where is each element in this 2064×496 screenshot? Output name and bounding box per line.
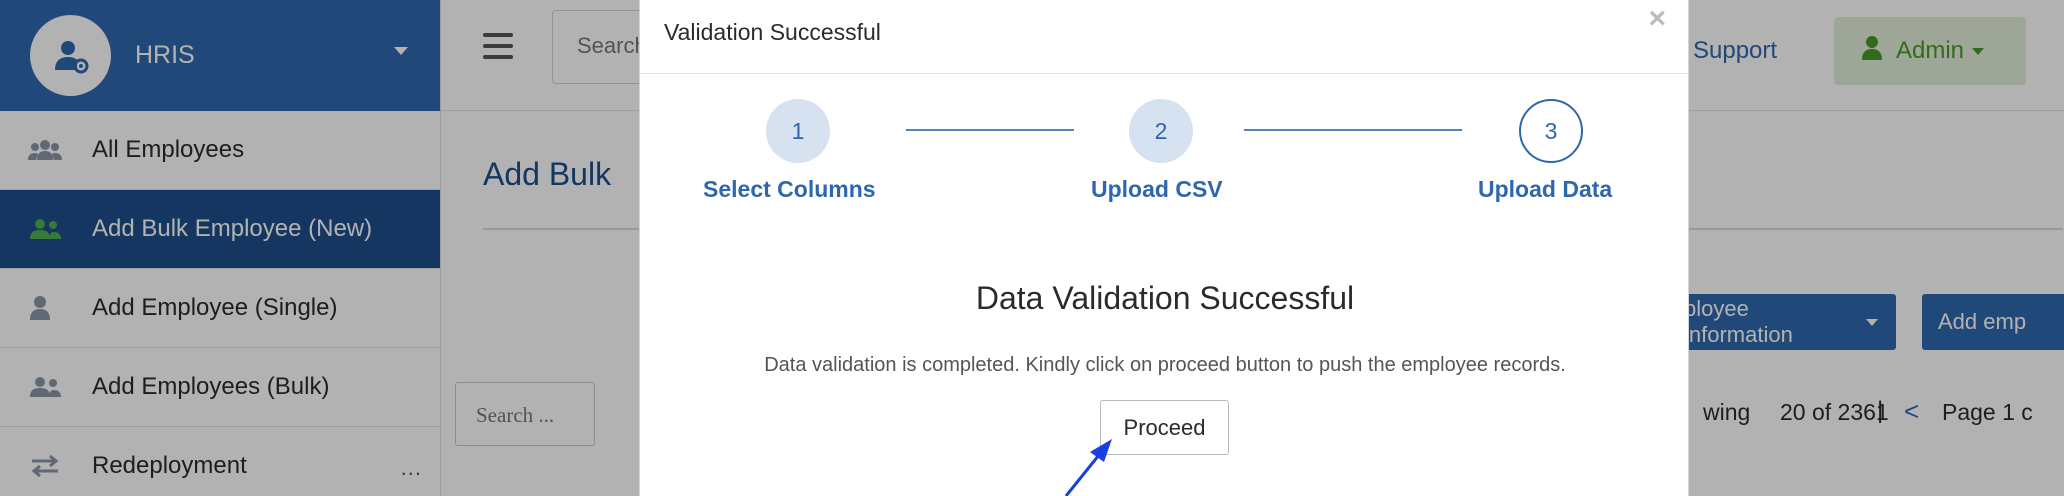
modal-heading: Data Validation Successful xyxy=(975,280,1355,316)
step-1-circle: 1 xyxy=(766,99,830,163)
step-3-label: Upload Data xyxy=(1478,176,1613,202)
step-2-circle: 2 xyxy=(1129,99,1193,163)
modal-header: Validation Successful × xyxy=(640,0,1688,74)
validation-modal: Validation Successful × 1 2 3 Select Col… xyxy=(639,0,1689,496)
step-connector xyxy=(1244,129,1462,131)
proceed-button[interactable]: Proceed xyxy=(1100,400,1229,455)
modal-title: Validation Successful xyxy=(664,19,881,45)
step-2-label: Upload CSV xyxy=(1091,176,1223,202)
close-icon[interactable]: × xyxy=(1648,2,1666,36)
step-connector xyxy=(906,129,1074,131)
modal-description: Data validation is completed. Kindly cli… xyxy=(764,354,1566,376)
step-3-circle: 3 xyxy=(1519,99,1583,163)
step-1-label: Select Columns xyxy=(703,176,876,202)
